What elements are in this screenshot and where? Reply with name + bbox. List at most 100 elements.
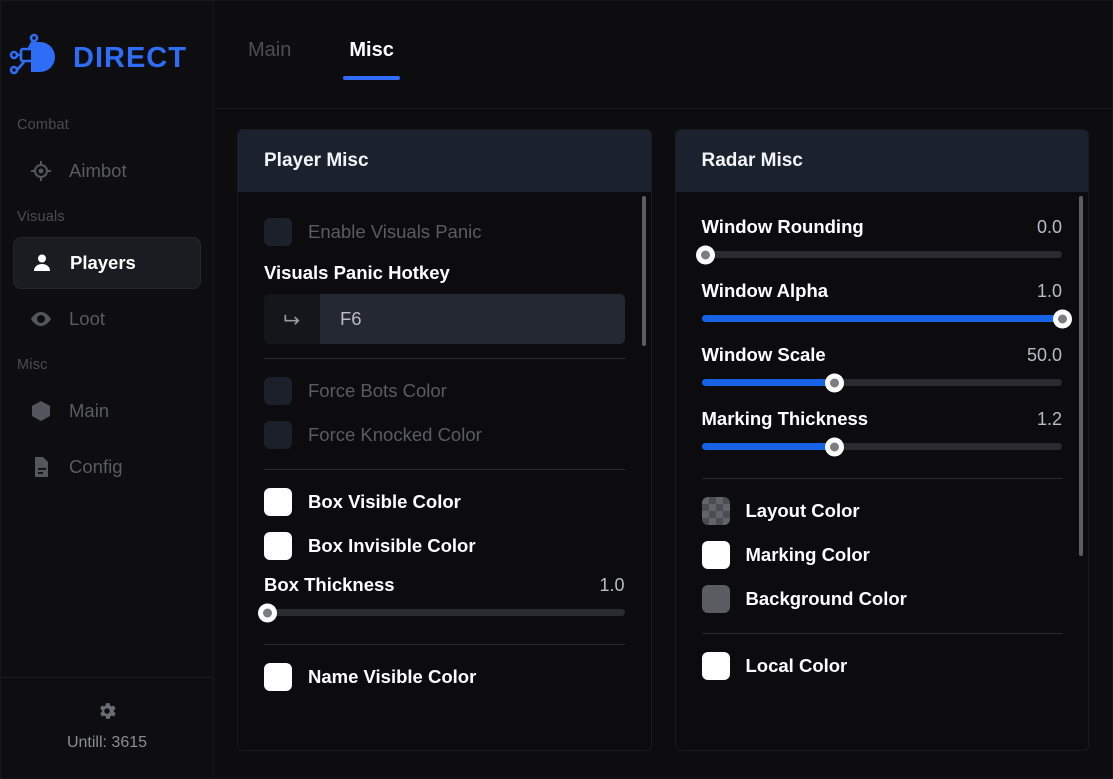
main-content: Main Misc Player Misc Enable Visuals Pan… — [214, 1, 1112, 778]
panel-scrollbar[interactable] — [642, 196, 646, 346]
row-local-color[interactable]: Local Color — [702, 644, 1063, 688]
color-swatch-name-visible[interactable] — [264, 663, 292, 691]
document-icon — [29, 455, 53, 479]
divider — [264, 644, 625, 645]
panel-scrollbar[interactable] — [1079, 196, 1083, 556]
tab-misc[interactable]: Misc — [343, 35, 399, 90]
brand-name: DIRECT — [73, 42, 187, 75]
slider-value: 1.0 — [1037, 281, 1062, 302]
slider-track[interactable] — [702, 251, 1063, 258]
row-box-invisible-color[interactable]: Box Invisible Color — [264, 524, 625, 568]
row-box-visible-color[interactable]: Box Visible Color — [264, 480, 625, 524]
slider-thumb[interactable] — [825, 437, 844, 456]
sidebar-item-players[interactable]: Players — [13, 237, 201, 289]
sidebar-item-main[interactable]: Main — [13, 385, 201, 437]
row-name-visible-color[interactable]: Name Visible Color — [264, 655, 625, 699]
slider-track[interactable] — [702, 379, 1063, 386]
color-swatch-local[interactable] — [702, 652, 730, 680]
sidebar-item-label: Config — [69, 456, 122, 478]
sidebar-footer[interactable]: Untill: 3615 — [1, 677, 213, 778]
panel-title: Player Misc — [238, 130, 651, 192]
row-force-bots-color[interactable]: Force Bots Color — [264, 369, 625, 413]
slider-track[interactable] — [702, 315, 1063, 322]
sidebar-item-config[interactable]: Config — [13, 441, 201, 493]
hotkey-value: F6 — [320, 294, 625, 344]
slider-thumb[interactable] — [1053, 309, 1072, 328]
row-layout-color[interactable]: Layout Color — [702, 489, 1063, 533]
row-label: Name Visible Color — [308, 666, 476, 688]
color-swatch-box-visible[interactable] — [264, 488, 292, 516]
color-swatch-box-invisible[interactable] — [264, 532, 292, 560]
row-label: Layout Color — [746, 500, 860, 522]
slider-header: Marking Thickness 1.2 — [702, 408, 1063, 430]
row-label: Enable Visuals Panic — [308, 221, 481, 243]
slider-header: Box Thickness 1.0 — [264, 574, 625, 596]
slider-marking-thickness[interactable]: Marking Thickness 1.2 — [702, 402, 1063, 466]
divider — [702, 478, 1063, 479]
slider-header: Window Scale 50.0 — [702, 344, 1063, 366]
slider-value: 0.0 — [1037, 217, 1062, 238]
row-marking-color[interactable]: Marking Color — [702, 533, 1063, 577]
sidebar-section-visuals: Visuals — [13, 201, 201, 233]
color-swatch-layout[interactable] — [702, 497, 730, 525]
sidebar-item-label: Loot — [69, 308, 105, 330]
divider — [264, 469, 625, 470]
hotkey-input-visuals-panic[interactable]: F6 — [264, 294, 625, 344]
panel-player-misc: Player Misc Enable Visuals Panic Visuals… — [237, 129, 652, 751]
row-enable-visuals-panic[interactable]: Enable Visuals Panic — [264, 210, 625, 254]
keyboard-enter-arrow-icon[interactable] — [264, 294, 320, 344]
panel-body: Enable Visuals Panic Visuals Panic Hotke… — [238, 192, 651, 750]
slider-value: 1.0 — [599, 575, 624, 596]
slider-thumb[interactable] — [825, 373, 844, 392]
slider-thumb[interactable] — [696, 245, 715, 264]
slider-label: Window Scale — [702, 344, 826, 366]
checkbox-enable-visuals-panic[interactable] — [264, 218, 292, 246]
divider — [264, 358, 625, 359]
row-background-color[interactable]: Background Color — [702, 577, 1063, 621]
row-label: Force Knocked Color — [308, 424, 482, 446]
checkbox-force-knocked-color[interactable] — [264, 421, 292, 449]
slider-label: Box Thickness — [264, 574, 395, 596]
panel-radar-misc: Radar Misc Window Rounding 0.0 — [675, 129, 1090, 751]
row-label: Local Color — [746, 655, 848, 677]
color-swatch-background[interactable] — [702, 585, 730, 613]
slider-value: 1.2 — [1037, 409, 1062, 430]
row-force-knocked-color[interactable]: Force Knocked Color — [264, 413, 625, 457]
sidebar-section-combat: Combat — [13, 109, 201, 141]
slider-header: Window Rounding 0.0 — [702, 216, 1063, 238]
row-label: Box Invisible Color — [308, 535, 476, 557]
person-icon — [30, 251, 54, 275]
sidebar-item-loot[interactable]: Loot — [13, 293, 201, 345]
slider-window-alpha[interactable]: Window Alpha 1.0 — [702, 274, 1063, 338]
row-label: Box Visible Color — [308, 491, 461, 513]
checkbox-force-bots-color[interactable] — [264, 377, 292, 405]
direct-logo-icon — [9, 32, 63, 84]
sidebar-item-aimbot[interactable]: Aimbot — [13, 145, 201, 197]
slider-label: Window Alpha — [702, 280, 829, 302]
panel-body: Window Rounding 0.0 Window Alpha 1.0 — [676, 192, 1089, 750]
slider-window-scale[interactable]: Window Scale 50.0 — [702, 338, 1063, 402]
slider-fill — [702, 443, 835, 450]
slider-header: Window Alpha 1.0 — [702, 280, 1063, 302]
sidebar-nav: Combat Aimbot Visuals Players Loot — [1, 109, 213, 677]
row-label: Marking Color — [746, 544, 870, 566]
slider-track[interactable] — [264, 609, 625, 616]
app-window: DIRECT Combat Aimbot Visuals Players — [0, 0, 1113, 779]
panels-container: Player Misc Enable Visuals Panic Visuals… — [214, 109, 1112, 778]
gear-icon[interactable] — [1, 700, 213, 722]
slider-track[interactable] — [702, 443, 1063, 450]
slider-box-thickness[interactable]: Box Thickness 1.0 — [264, 568, 625, 632]
slider-window-rounding[interactable]: Window Rounding 0.0 — [702, 210, 1063, 274]
sidebar-item-label: Main — [69, 400, 109, 422]
slider-thumb[interactable] — [258, 603, 277, 622]
slider-fill — [702, 379, 835, 386]
color-swatch-marking[interactable] — [702, 541, 730, 569]
sidebar-item-label: Players — [70, 252, 136, 274]
slider-value: 50.0 — [1027, 345, 1062, 366]
slider-fill — [702, 315, 1063, 322]
label-visuals-panic-hotkey: Visuals Panic Hotkey — [264, 254, 625, 294]
tab-main[interactable]: Main — [242, 35, 297, 90]
sidebar: DIRECT Combat Aimbot Visuals Players — [1, 1, 214, 778]
slider-label: Marking Thickness — [702, 408, 869, 430]
sidebar-section-misc: Misc — [13, 349, 201, 381]
